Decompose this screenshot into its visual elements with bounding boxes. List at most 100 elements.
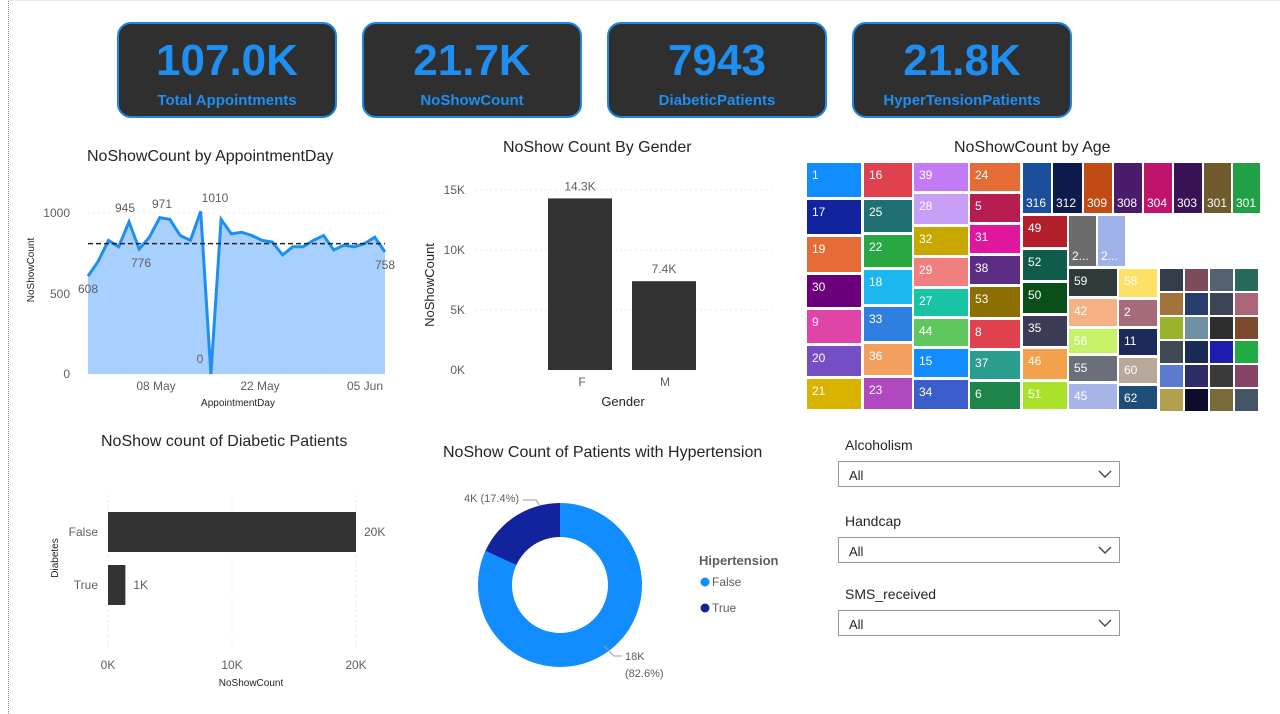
- treemap-cell[interactable]: 53: [969, 286, 1021, 318]
- treemap-cell[interactable]: 44: [913, 318, 969, 347]
- treemap-cell[interactable]: [1234, 316, 1259, 340]
- treemap-cell[interactable]: 36: [863, 343, 913, 376]
- treemap-cell[interactable]: 28: [913, 193, 969, 225]
- treemap-cell[interactable]: 308: [1113, 162, 1143, 214]
- treemap-cell[interactable]: 1: [806, 162, 862, 198]
- treemap-cell[interactable]: 58: [1118, 268, 1158, 298]
- treemap-cell[interactable]: 45: [1068, 383, 1118, 410]
- treemap-cell[interactable]: 16: [863, 162, 913, 198]
- treemap-cell[interactable]: 59: [1068, 268, 1118, 297]
- treemap-cell[interactable]: 29: [913, 257, 969, 287]
- treemap-cell[interactable]: 2...: [1097, 215, 1126, 267]
- treemap-cell[interactable]: [1184, 316, 1209, 340]
- slicer-alcoholism-dropdown[interactable]: All: [838, 461, 1120, 487]
- treemap-cell[interactable]: 15: [913, 348, 969, 378]
- treemap-cell[interactable]: 316: [1022, 162, 1052, 214]
- treemap-cell[interactable]: 55: [1068, 355, 1118, 382]
- treemap-cell[interactable]: [1234, 268, 1259, 292]
- treemap-cell[interactable]: 52: [1022, 249, 1068, 281]
- bar-true[interactable]: [108, 565, 126, 605]
- treemap-cell[interactable]: 46: [1022, 348, 1068, 380]
- kpi-card-diabetic-patients[interactable]: 7943 DiabeticPatients: [607, 22, 827, 118]
- treemap-cell[interactable]: 312: [1052, 162, 1083, 214]
- treemap-cell[interactable]: [1209, 340, 1234, 364]
- slicer-sms-received-dropdown[interactable]: All: [838, 610, 1120, 636]
- treemap-cell[interactable]: 33: [863, 306, 913, 342]
- bar-false[interactable]: [108, 512, 356, 552]
- treemap-cell[interactable]: [1234, 292, 1259, 316]
- treemap-cell[interactable]: 19: [806, 236, 862, 273]
- treemap-cell[interactable]: [1159, 340, 1184, 364]
- diabetes-bar-chart[interactable]: Diabetes False True 20K 1K 0K 10K 20K No…: [40, 490, 410, 695]
- treemap-cell[interactable]: [1209, 388, 1234, 412]
- treemap-cell[interactable]: 20: [806, 345, 862, 377]
- treemap-cell[interactable]: 5: [969, 193, 1021, 223]
- appointment-day-area-chart[interactable]: 1000 500 0 NoShowCount 608 945 776 971 1…: [20, 170, 400, 415]
- treemap-cell[interactable]: [1159, 268, 1184, 292]
- slice-true[interactable]: [485, 503, 560, 566]
- treemap-cell[interactable]: 56: [1068, 328, 1118, 354]
- treemap-cell[interactable]: 38: [969, 255, 1021, 285]
- treemap-cell[interactable]: [1159, 388, 1184, 412]
- kpi-card-hypertension-patients[interactable]: 21.8K HyperTensionPatients: [852, 22, 1072, 118]
- treemap-cell[interactable]: [1159, 364, 1184, 388]
- treemap-cell[interactable]: [1184, 364, 1209, 388]
- treemap-cell[interactable]: 35: [1022, 315, 1068, 347]
- treemap-cell[interactable]: [1234, 340, 1259, 364]
- treemap-cell[interactable]: 309: [1083, 162, 1113, 214]
- treemap-cell[interactable]: [1184, 340, 1209, 364]
- age-treemap[interactable]: 1 16 39 24 17 25 28 5 19 22 32 31 30 18 29 38 9 33 27 53 20 3…: [806, 162, 1261, 412]
- treemap-cell[interactable]: 60: [1118, 357, 1158, 384]
- treemap-cell[interactable]: 34: [913, 379, 969, 410]
- treemap-cell[interactable]: [1159, 292, 1184, 316]
- treemap-cell[interactable]: [1209, 268, 1234, 292]
- treemap-cell[interactable]: [1184, 292, 1209, 316]
- treemap-cell[interactable]: [1184, 268, 1209, 292]
- treemap-cell[interactable]: 9: [806, 309, 862, 344]
- treemap-cell[interactable]: 21: [806, 378, 862, 410]
- treemap-cell[interactable]: 23: [863, 377, 913, 410]
- treemap-cell[interactable]: 2: [1118, 299, 1158, 327]
- treemap-cell[interactable]: [1234, 388, 1259, 412]
- treemap-cell[interactable]: 50: [1022, 282, 1068, 314]
- treemap-cell[interactable]: 25: [863, 199, 913, 233]
- bar-m[interactable]: [632, 281, 696, 370]
- treemap-cell[interactable]: 2...: [1068, 215, 1097, 267]
- treemap-cell[interactable]: 42: [1068, 298, 1118, 327]
- treemap-cell[interactable]: 30: [806, 274, 862, 308]
- treemap-cell[interactable]: 11: [1118, 328, 1158, 356]
- legend-item-false[interactable]: False: [712, 575, 742, 589]
- treemap-cell[interactable]: 51: [1022, 381, 1068, 410]
- kpi-card-noshow-count[interactable]: 21.7K NoShowCount: [362, 22, 582, 118]
- treemap-cell[interactable]: 62: [1118, 385, 1158, 410]
- treemap-cell[interactable]: 304: [1143, 162, 1173, 214]
- treemap-cell[interactable]: 18: [863, 269, 913, 305]
- gender-bar-chart[interactable]: 15K 10K 5K 0K NoShowCount 14.3K 7.4K F M…: [420, 170, 790, 415]
- treemap-cell[interactable]: 303: [1173, 162, 1203, 214]
- treemap-cell[interactable]: 24: [969, 162, 1021, 192]
- bar-f[interactable]: [548, 198, 612, 370]
- slicer-handcap-dropdown[interactable]: All: [838, 537, 1120, 563]
- treemap-cell[interactable]: 22: [863, 234, 913, 268]
- treemap-cell[interactable]: [1184, 388, 1209, 412]
- treemap-cell[interactable]: 301: [1203, 162, 1232, 214]
- legend-item-true[interactable]: True: [712, 601, 737, 615]
- treemap-cell[interactable]: 31: [969, 224, 1021, 254]
- treemap-cell[interactable]: 27: [913, 288, 969, 317]
- treemap-cell[interactable]: [1234, 364, 1259, 388]
- treemap-cell[interactable]: 39: [913, 162, 969, 192]
- kpi-card-total-appointments[interactable]: 107.0K Total Appointments: [117, 22, 337, 118]
- treemap-cell[interactable]: 37: [969, 350, 1021, 380]
- treemap-cell[interactable]: [1209, 292, 1234, 316]
- hypertension-donut-chart[interactable]: 4K (17.4%) 18K (82.6%) Hipertension Fals…: [440, 480, 800, 690]
- treemap-cell[interactable]: 8: [969, 319, 1021, 349]
- treemap-cell[interactable]: [1209, 316, 1234, 340]
- treemap-cell[interactable]: 32: [913, 226, 969, 256]
- treemap-cell[interactable]: 6: [969, 381, 1021, 410]
- treemap-cell[interactable]: [1159, 316, 1184, 340]
- data-label: 971: [152, 197, 172, 211]
- treemap-cell[interactable]: 49: [1022, 215, 1068, 248]
- treemap-cell[interactable]: 17: [806, 199, 862, 235]
- treemap-cell[interactable]: [1209, 364, 1234, 388]
- treemap-cell[interactable]: 301: [1232, 162, 1261, 214]
